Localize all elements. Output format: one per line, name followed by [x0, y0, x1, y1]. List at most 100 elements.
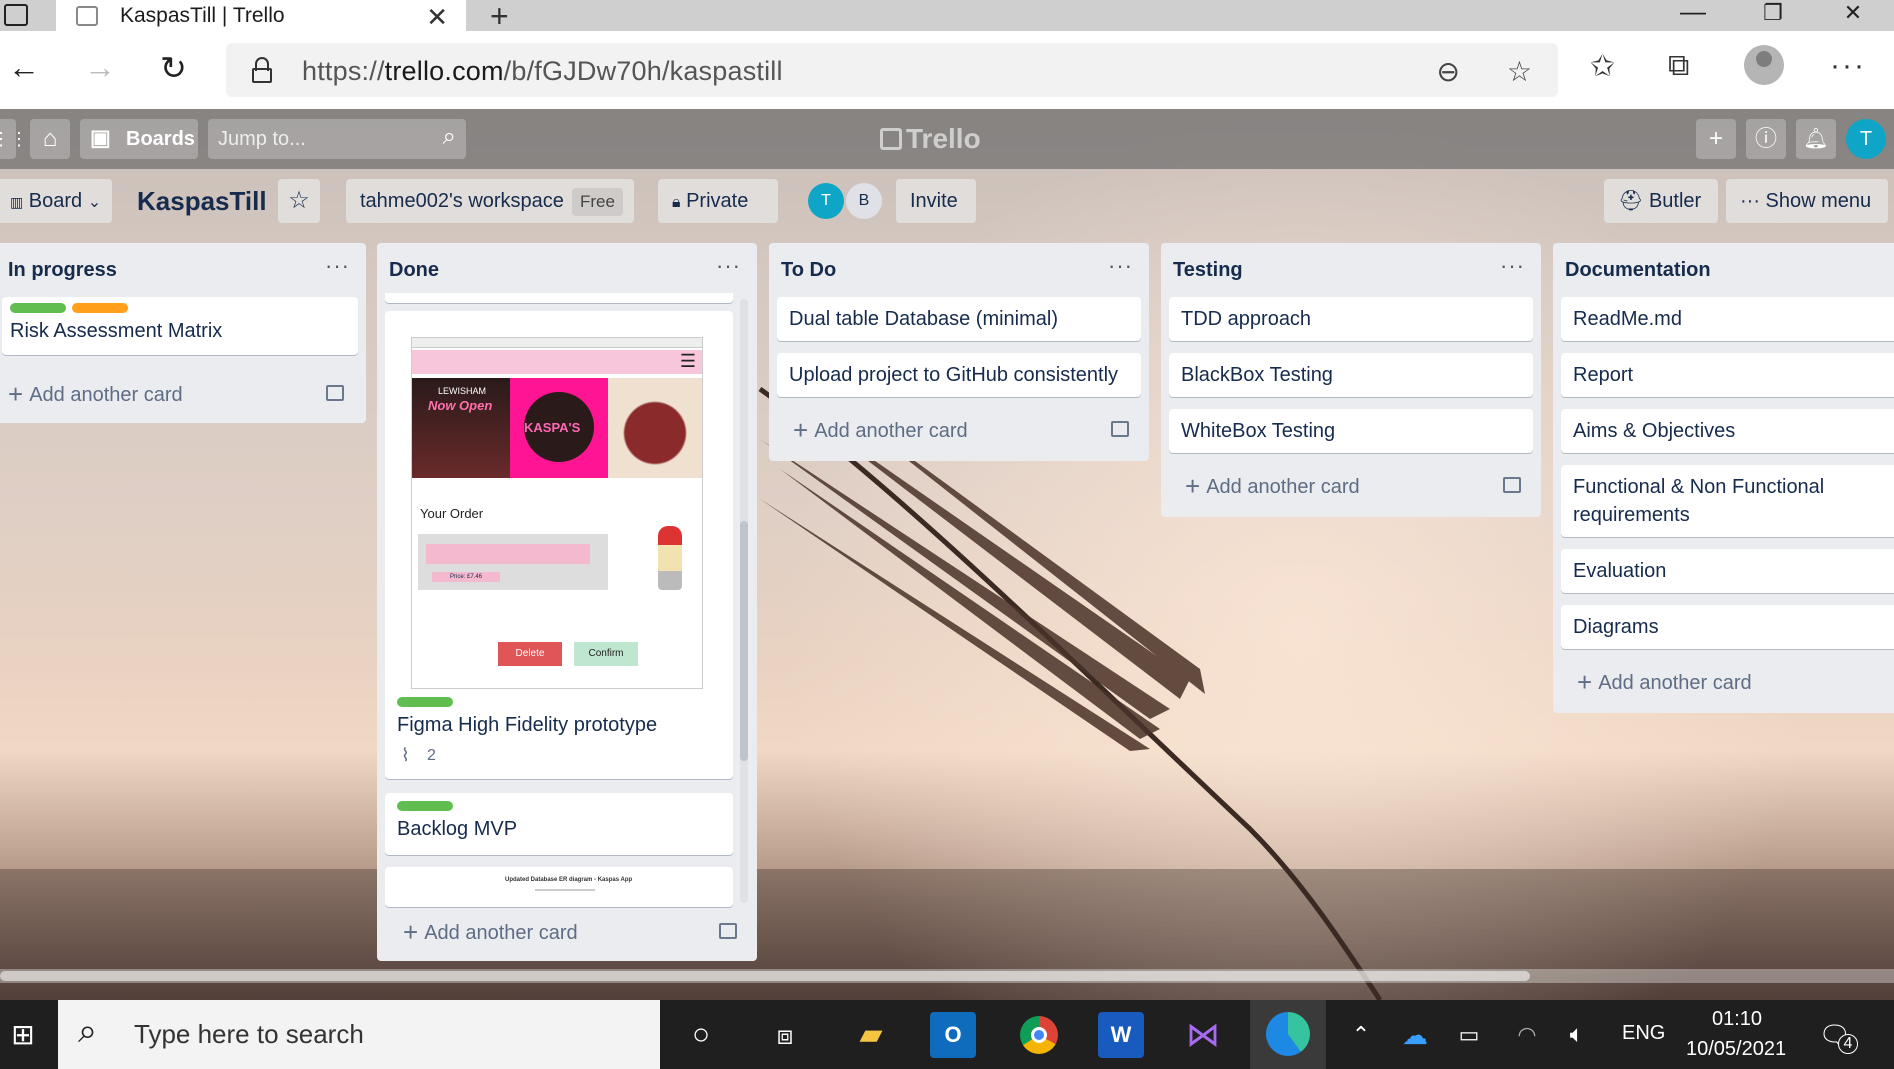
app-switcher-icon[interactable]: ⋮⋮: [0, 119, 28, 159]
list-menu-icon[interactable]: ···: [1500, 253, 1525, 279]
list-menu-icon[interactable]: ···: [716, 253, 741, 279]
close-window-icon[interactable]: ✕: [1828, 0, 1878, 26]
card[interactable]: Backlog MVP: [385, 793, 733, 855]
show-hidden-icons-icon[interactable]: ⌃: [1338, 1012, 1384, 1058]
list-title: Documentation: [1565, 259, 1711, 281]
collections-icon[interactable]: ⧉: [1668, 49, 1689, 83]
refresh-icon[interactable]: ↻: [160, 49, 187, 87]
card[interactable]: Diagrams: [1561, 605, 1894, 649]
card-title: BlackBox Testing: [1181, 364, 1333, 386]
list-menu-icon[interactable]: ···: [325, 253, 350, 279]
home-icon[interactable]: ⌂: [30, 119, 70, 159]
board-title[interactable]: KaspasTill: [137, 186, 267, 217]
back-icon[interactable]: ←: [8, 49, 40, 86]
board-scrollbar-thumb[interactable]: [0, 971, 1530, 981]
new-tab-icon[interactable]: +: [490, 0, 509, 35]
user-avatar[interactable]: T: [1846, 119, 1886, 159]
card-template-icon[interactable]: [719, 923, 737, 939]
file-explorer-icon[interactable]: ▰: [848, 1012, 894, 1058]
address-bar[interactable]: https://trello.com/b/fGJDw70h/kaspastill…: [226, 43, 1558, 97]
restore-icon[interactable]: ❐: [1748, 0, 1798, 26]
butler-icon: ⛑︎: [1618, 190, 1644, 212]
card-label-orange[interactable]: [72, 303, 128, 313]
clock-time[interactable]: 01:10: [1712, 1008, 1762, 1031]
more-options-icon[interactable]: ···: [1830, 49, 1866, 83]
list-menu-icon[interactable]: ···: [1108, 253, 1133, 279]
card[interactable]: BlackBox Testing: [1169, 353, 1533, 397]
windows-taskbar: ⊞ ⌕ Type here to search ○ ⧈ ▰ O W ⋈ ⌃ ☁ …: [0, 1000, 1894, 1069]
card[interactable]: ReadMe.md: [1561, 297, 1894, 341]
minimize-icon[interactable]: —: [1668, 0, 1718, 27]
outlook-icon[interactable]: O: [930, 1012, 976, 1058]
trello-logo[interactable]: Trello: [880, 123, 981, 155]
mock-order-item: Price: £7.46: [418, 534, 608, 590]
edge-icon[interactable]: [1250, 1000, 1326, 1069]
word-icon[interactable]: W: [1098, 1012, 1144, 1058]
card-template-icon[interactable]: [1111, 421, 1129, 437]
member-avatar[interactable]: T: [808, 183, 844, 219]
jump-to-search[interactable]: Jump to... ⌕: [208, 119, 466, 159]
lock-icon[interactable]: [252, 57, 272, 83]
workspace-button[interactable]: tahme002's workspace Free: [346, 179, 634, 223]
cortana-icon[interactable]: ○: [678, 1012, 724, 1058]
wifi-icon[interactable]: ◠: [1504, 1012, 1550, 1058]
add-card-button[interactable]: + Add another card: [1185, 471, 1360, 502]
language-indicator[interactable]: ENG: [1622, 1022, 1665, 1045]
card[interactable]: Evaluation: [1561, 549, 1894, 593]
card[interactable]: TDD approach: [1169, 297, 1533, 341]
card[interactable]: Upload project to GitHub consistently: [777, 353, 1141, 397]
chrome-icon[interactable]: [1016, 1012, 1062, 1058]
card[interactable]: Risk Assessment Matrix: [2, 297, 358, 355]
onedrive-icon[interactable]: ☁: [1392, 1012, 1438, 1058]
board-view-switcher[interactable]: ▥ Board ⌄: [0, 179, 112, 223]
battery-icon[interactable]: ▭: [1446, 1012, 1492, 1058]
close-tab-icon[interactable]: ✕: [426, 2, 448, 33]
tab-actions-icon[interactable]: [4, 4, 28, 26]
card-template-icon[interactable]: [326, 385, 344, 401]
board-horizontal-scrollbar[interactable]: [0, 969, 1894, 983]
visual-studio-icon[interactable]: ⋈: [1180, 1012, 1226, 1058]
add-card-button[interactable]: + Add another card: [8, 379, 183, 410]
clock-date[interactable]: 10/05/2021: [1686, 1038, 1786, 1061]
add-card-button[interactable]: + Add another card: [403, 917, 578, 948]
card-template-icon[interactable]: [1503, 477, 1521, 493]
card-label-green[interactable]: [397, 697, 453, 707]
volume-icon[interactable]: 🔈︎: [1554, 1012, 1600, 1058]
boards-button[interactable]: ▣ Boards: [80, 119, 198, 159]
taskbar-search[interactable]: ⌕ Type here to search: [58, 1000, 660, 1069]
notification-count-badge: 4: [1838, 1034, 1858, 1054]
card-label-green[interactable]: [397, 801, 453, 811]
add-favorite-icon[interactable]: ☆: [1507, 55, 1532, 88]
visibility-button[interactable]: 🔒︎ Private: [658, 179, 778, 223]
card[interactable]: Dual table Database (minimal): [777, 297, 1141, 341]
plus-icon: +: [403, 917, 419, 947]
info-icon[interactable]: ⓘ: [1746, 119, 1786, 159]
card[interactable]: WhiteBox Testing: [1169, 409, 1533, 453]
card[interactable]: Report: [1561, 353, 1894, 397]
windows-start-icon[interactable]: ⊞: [0, 1012, 46, 1058]
task-view-icon[interactable]: ⧈: [762, 1012, 808, 1058]
list-scrollbar-thumb[interactable]: [740, 521, 748, 761]
browser-tab[interactable]: KaspasTill | Trello ✕: [56, 0, 466, 33]
show-menu-button[interactable]: ··· Show menu: [1726, 179, 1888, 223]
add-card-button[interactable]: + Add another card: [1577, 667, 1752, 698]
card-label-green[interactable]: [10, 303, 66, 313]
card-with-cover[interactable]: ☰ LEWISHAM Now Open KASPA'S Your Order P…: [385, 311, 733, 779]
notifications-bell-icon[interactable]: 🔔︎: [1796, 119, 1836, 159]
favorites-icon[interactable]: ✩: [1590, 49, 1615, 84]
zoom-out-icon[interactable]: ⊖: [1437, 55, 1460, 88]
invite-button[interactable]: Invite: [896, 179, 976, 223]
card-cut-off[interactable]: [385, 293, 733, 303]
butler-button[interactable]: ⛑︎ Butler: [1604, 179, 1718, 223]
create-icon[interactable]: +: [1696, 119, 1736, 159]
card-cut-off[interactable]: Updated Database ER diagram - Kaspas App: [385, 867, 733, 907]
card[interactable]: Functional & Non Functional requirements: [1561, 465, 1894, 537]
card[interactable]: Aims & Objectives: [1561, 409, 1894, 453]
member-avatar[interactable]: B: [846, 183, 882, 219]
browser-profile-avatar[interactable]: [1744, 45, 1784, 85]
list-title: Done: [389, 259, 439, 281]
star-board-icon[interactable]: ☆: [278, 179, 320, 223]
search-icon[interactable]: ⌕: [443, 123, 456, 151]
list-scrollbar[interactable]: [740, 299, 748, 903]
add-card-button[interactable]: + Add another card: [793, 415, 968, 446]
